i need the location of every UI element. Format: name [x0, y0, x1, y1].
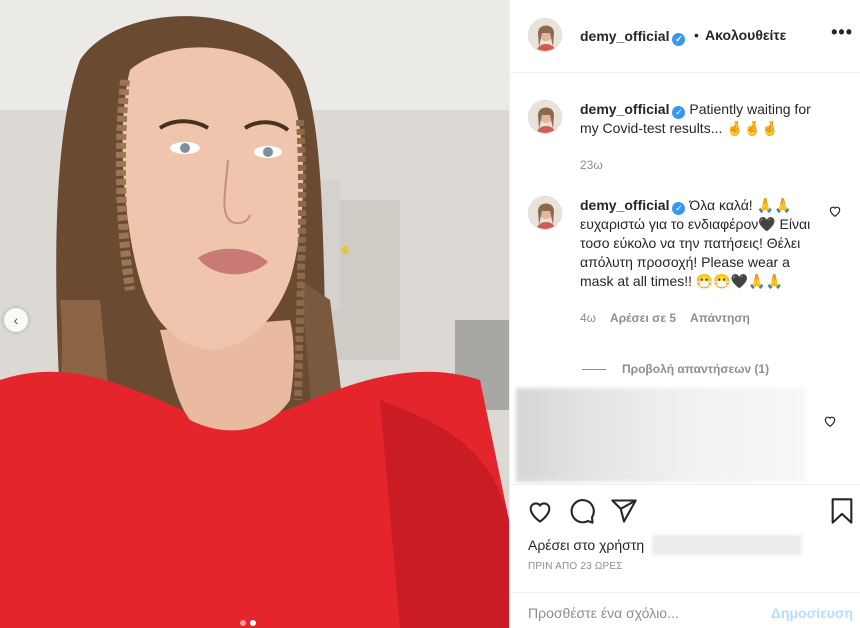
carousel-prev-button[interactable]: ‹	[4, 308, 28, 332]
add-comment-bar: Προσθέστε ένα σχόλιο... Δημοσίευση	[510, 592, 860, 628]
chevron-left-icon: ‹	[13, 312, 19, 328]
reply-button[interactable]: Απάντηση	[690, 309, 750, 328]
more-options-icon[interactable]: •••	[831, 22, 853, 43]
following-button[interactable]: Ακολουθείτε	[705, 27, 786, 43]
post-panel: demy_official ✓ • Ακολουθείτε ••• demy_of…	[509, 0, 860, 628]
heart-icon[interactable]	[823, 414, 837, 428]
replies-divider	[582, 368, 606, 370]
post-comment-button[interactable]: Δημοσίευση	[771, 605, 853, 621]
post-timestamp[interactable]: ΠΡΙΝ ΑΠΟ 23 ΩΡΕΣ	[528, 561, 623, 572]
comment-time[interactable]: 4ω	[580, 309, 596, 328]
comment-meta: 4ω Αρέσει σε 5 Απάντηση	[580, 309, 816, 328]
verified-badge-icon: ✓	[672, 106, 686, 119]
comment-meta: 23ω	[580, 156, 816, 175]
post-actions: Αρέσει στο χρήστη ΠΡΙΝ ΑΠΟ 23 ΩΡΕΣ Προσθ…	[510, 484, 860, 628]
blurred-username	[652, 535, 803, 555]
view-replies-button[interactable]: Προβολή απαντήσεων (1)	[582, 362, 769, 376]
comments-list[interactable]: demy_official ✓ Patiently waiting for my …	[510, 74, 860, 484]
verified-badge-icon: ✓	[672, 202, 686, 215]
separator-dot: •	[694, 27, 699, 43]
carousel-dot	[240, 620, 246, 626]
comment-time[interactable]: 23ω	[580, 156, 603, 175]
comment-username[interactable]: demy_official	[580, 101, 669, 117]
heart-icon[interactable]	[828, 204, 842, 218]
likes-label: Αρέσει στο χρήστη	[528, 537, 645, 553]
comment-username[interactable]: demy_official	[580, 197, 669, 213]
carousel-dots	[240, 620, 256, 626]
comment-body: demy_official ✓ Όλα καλά! 🙏🙏 ευχαριστώ γι…	[580, 196, 816, 328]
likes-summary[interactable]: Αρέσει στο χρήστη	[528, 535, 803, 555]
bookmark-icon[interactable]	[828, 497, 856, 525]
portrait-image	[0, 0, 509, 628]
comment-likes-link[interactable]: Αρέσει σε 5	[610, 309, 676, 328]
blurred-comment	[516, 388, 806, 482]
avatar[interactable]	[528, 196, 562, 230]
comment-bubble-icon[interactable]	[568, 497, 596, 525]
carousel-dot-active	[250, 620, 256, 626]
comment-input[interactable]: Προσθέστε ένα σχόλιο...	[528, 605, 679, 621]
verified-badge-icon: ✓	[672, 33, 686, 46]
post-photo[interactable]: ‹	[0, 0, 509, 628]
like-heart-icon[interactable]	[526, 497, 554, 525]
avatar[interactable]	[528, 18, 562, 52]
post-header: demy_official ✓ • Ακολουθείτε •••	[510, 0, 860, 73]
post-username[interactable]: demy_official ✓	[580, 28, 686, 46]
avatar[interactable]	[528, 100, 562, 134]
comment-body: demy_official ✓ Patiently waiting for my …	[580, 100, 816, 175]
share-paper-plane-icon[interactable]	[610, 497, 638, 525]
username-text[interactable]: demy_official	[580, 28, 669, 44]
view-replies-label: Προβολή απαντήσεων (1)	[622, 362, 770, 376]
